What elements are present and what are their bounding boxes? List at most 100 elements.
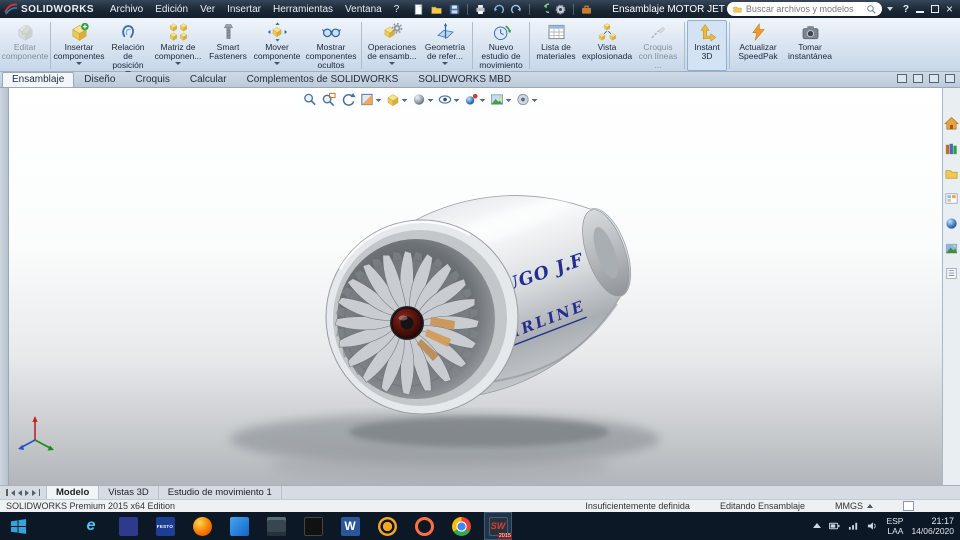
pinned-app-icon[interactable]	[115, 513, 141, 539]
menu-edicion[interactable]: Edición	[149, 2, 194, 17]
ribbon-button-relacion-de-posicion[interactable]: Relación de posición	[105, 20, 151, 74]
section-view-icon[interactable]	[358, 92, 382, 107]
ribbon-button-instant-3d[interactable]: Instant 3D	[687, 20, 727, 71]
save-icon[interactable]	[447, 2, 462, 17]
print-icon[interactable]	[473, 2, 488, 17]
zoom-area-icon[interactable]	[320, 92, 337, 107]
chevron-down-icon[interactable]	[442, 62, 448, 65]
apply-scene-icon[interactable]	[488, 92, 512, 107]
pinned-app-icon[interactable]	[226, 513, 252, 539]
edge-icon[interactable]: e	[78, 513, 104, 539]
pane-split-icon[interactable]	[897, 74, 907, 83]
first-tab-icon[interactable]	[10, 489, 15, 496]
appearances-icon[interactable]	[944, 216, 959, 231]
settings-icon[interactable]	[374, 513, 400, 539]
minimize-icon[interactable]	[916, 5, 925, 13]
toolbox-icon[interactable]	[579, 2, 594, 17]
clock[interactable]: 21:17 14/06/2020	[911, 516, 954, 537]
home-icon[interactable]	[944, 116, 959, 131]
view-settings-icon[interactable]	[514, 92, 538, 107]
last-tab-icon[interactable]	[38, 489, 40, 496]
rebuild-icon[interactable]	[535, 2, 550, 17]
zoom-fit-icon[interactable]	[301, 92, 318, 107]
tab-calcular[interactable]: Calcular	[180, 72, 237, 87]
custom-properties-icon[interactable]	[944, 266, 959, 281]
chevron-down-icon[interactable]	[389, 62, 395, 65]
undo-icon[interactable]	[491, 2, 506, 17]
language-indicator[interactable]: ESP LAA	[886, 516, 903, 536]
chevron-down-icon[interactable]	[453, 98, 460, 102]
show-hidden-icons-icon[interactable]	[813, 523, 822, 529]
ribbon-button-operaciones-de-ensamblaje[interactable]: Operaciones de ensamb...	[364, 20, 420, 71]
chrome-icon[interactable]	[448, 513, 474, 539]
engine-3d-model[interactable]: HUGO J.F AIRLINE	[9, 88, 942, 485]
chevron-down-icon[interactable]	[76, 62, 82, 65]
display-style-icon[interactable]	[410, 92, 434, 107]
previous-view-icon[interactable]	[339, 92, 356, 107]
design-library-icon[interactable]	[944, 141, 959, 156]
menu-ayuda[interactable]: ?	[388, 2, 406, 17]
view-palette-icon[interactable]	[944, 191, 959, 206]
chevron-up-icon[interactable]	[867, 504, 873, 508]
search-box[interactable]	[726, 2, 882, 16]
close-icon[interactable]: ×	[946, 3, 953, 15]
chevron-down-icon[interactable]	[427, 98, 434, 102]
battery-icon[interactable]	[829, 521, 840, 531]
pane-maximize-icon[interactable]	[929, 74, 939, 83]
ribbon-button-insertar-componentes[interactable]: Insertar componentes	[53, 20, 105, 71]
doc-tab-estudio-de-movimiento[interactable]: Estudio de movimiento 1	[159, 486, 282, 499]
menu-herramientas[interactable]: Herramientas	[267, 2, 339, 17]
ribbon-button-smart-fasteners[interactable]: Smart Fasteners	[205, 20, 251, 71]
ribbon-button-mostrar-componentes-ocultos[interactable]: Mostrar componentes ocultos	[303, 20, 359, 71]
options-icon[interactable]	[553, 2, 568, 17]
festo-app-icon[interactable]: FESTO	[152, 513, 178, 539]
menu-ventana[interactable]: Ventana	[339, 2, 388, 17]
view-orientation-icon[interactable]	[384, 92, 408, 107]
chevron-down-icon[interactable]	[401, 98, 408, 102]
last-tab-icon[interactable]	[31, 489, 36, 496]
new-icon[interactable]	[411, 2, 426, 17]
tab-diseno[interactable]: Diseño	[74, 72, 125, 87]
ribbon-button-actualizar-speedpak[interactable]: Actualizar SpeedPak	[732, 20, 784, 71]
ribbon-button-vista-explosionada[interactable]: Vista explosionada	[580, 20, 634, 71]
ribbon-button-nuevo-estudio-de-movimiento[interactable]: Nuevo estudio de movimiento	[475, 20, 527, 71]
ribbon-button-mover-componente[interactable]: Mover componente	[251, 20, 303, 71]
firefox-icon[interactable]	[189, 513, 215, 539]
maximize-icon[interactable]	[931, 5, 940, 13]
menu-archivo[interactable]: Archivo	[104, 2, 149, 17]
chevron-down-icon[interactable]	[375, 98, 382, 102]
menu-insertar[interactable]: Insertar	[221, 2, 267, 17]
tab-complementos-solidworks[interactable]: Complementos de SOLIDWORKS	[237, 72, 409, 87]
tab-ensamblaje[interactable]: Ensamblaje	[2, 72, 75, 87]
file-manager-icon[interactable]	[263, 513, 289, 539]
previous-tab-icon[interactable]	[17, 489, 22, 496]
ribbon-button-croquis-con-lineas[interactable]: Croquis con líneas ...	[634, 20, 682, 71]
network-icon[interactable]	[848, 521, 859, 531]
quick-tips-icon[interactable]	[903, 501, 914, 511]
chevron-down-icon[interactable]	[175, 62, 181, 65]
menu-ver[interactable]: Ver	[194, 2, 221, 17]
units-label[interactable]: MMGS	[835, 501, 863, 511]
search-icon[interactable]	[866, 4, 877, 15]
doc-tab-modelo[interactable]: Modelo	[47, 486, 100, 499]
file-explorer-icon[interactable]	[944, 166, 959, 181]
tab-croquis[interactable]: Croquis	[125, 72, 179, 87]
solidworks-taskbar-icon[interactable]: SW 2015	[484, 512, 512, 540]
feature-manager-collapsed[interactable]	[0, 88, 9, 485]
ribbon-button-tomar-instantanea[interactable]: Tomar instantánea	[784, 20, 836, 71]
chevron-down-icon[interactable]	[531, 98, 538, 102]
pane-restore-icon[interactable]	[913, 74, 923, 83]
ribbon-button-matriz-de-componentes[interactable]: Matriz de componen...	[151, 20, 205, 71]
next-tab-icon[interactable]	[24, 489, 29, 496]
ribbon-button-editar-componente[interactable]: Editar componente	[2, 20, 48, 71]
start-button[interactable]	[0, 512, 36, 540]
chevron-down-icon[interactable]	[505, 98, 512, 102]
volume-icon[interactable]	[867, 521, 878, 531]
doc-tab-vistas-3d[interactable]: Vistas 3D	[99, 486, 159, 499]
chevron-down-icon[interactable]	[479, 98, 486, 102]
chevron-down-icon[interactable]	[274, 62, 280, 65]
word-icon[interactable]: W	[337, 513, 363, 539]
search-input[interactable]	[745, 4, 863, 14]
open-icon[interactable]	[429, 2, 444, 17]
redo-icon[interactable]	[509, 2, 524, 17]
